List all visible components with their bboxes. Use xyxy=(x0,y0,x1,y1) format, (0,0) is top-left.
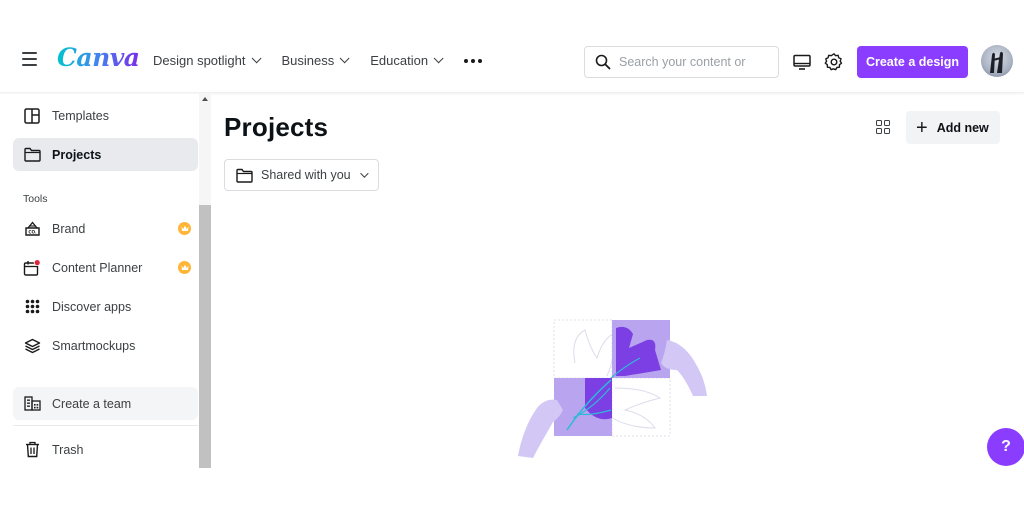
search-input[interactable] xyxy=(619,55,764,69)
sidebar-item-label: Content Planner xyxy=(52,260,143,275)
folder-icon xyxy=(23,146,41,164)
help-button[interactable]: ? xyxy=(987,428,1024,466)
sidebar-item-projects[interactable]: Projects xyxy=(13,138,198,171)
trash-icon xyxy=(23,441,41,459)
sidebar-item-label: Projects xyxy=(52,147,102,162)
folder-icon xyxy=(236,168,253,183)
sidebar-item-content-planner[interactable]: Content Planner xyxy=(13,251,198,284)
layers-icon xyxy=(23,337,41,355)
filter-label: Shared with you xyxy=(261,168,351,182)
plus-icon: + xyxy=(916,116,928,139)
premium-crown-icon xyxy=(178,222,191,235)
calendar-icon xyxy=(23,258,41,277)
scroll-up-arrow-icon[interactable] xyxy=(202,97,208,101)
sidebar-item-templates[interactable]: Templates xyxy=(13,99,198,132)
canva-logo[interactable]: Canva xyxy=(57,43,140,72)
scrollbar-thumb[interactable] xyxy=(199,205,211,468)
sidebar-item-create-team[interactable]: Create a team xyxy=(13,387,198,420)
nav-design-spotlight[interactable]: Design spotlight xyxy=(153,53,262,68)
top-navigation-bar: Canva Design spotlight Business Educatio… xyxy=(0,30,1024,93)
add-new-button[interactable]: + Add new xyxy=(906,111,1000,144)
sidebar-item-discover-apps[interactable]: Discover apps xyxy=(13,290,198,323)
svg-text:CO.: CO. xyxy=(28,229,37,234)
page-title: Projects xyxy=(224,112,329,142)
sidebar-item-label: Brand xyxy=(52,221,86,236)
sidebar-item-label: Create a team xyxy=(52,396,132,411)
menu-icon[interactable] xyxy=(22,52,37,66)
nav-label: Education xyxy=(370,53,429,68)
nav-business[interactable]: Business xyxy=(281,53,350,68)
settings-gear-icon[interactable] xyxy=(824,52,844,72)
sidebar-divider xyxy=(13,425,198,426)
avatar[interactable] xyxy=(981,45,1013,77)
chevron-down-icon xyxy=(251,53,262,64)
team-building-icon xyxy=(23,395,41,413)
chevron-down-icon xyxy=(359,169,369,178)
desktop-app-icon[interactable] xyxy=(792,52,812,72)
sidebar-item-trash[interactable]: Trash xyxy=(13,433,198,466)
sidebar-item-smartmockups[interactable]: Smartmockups xyxy=(13,329,198,362)
nav-education[interactable]: Education xyxy=(370,53,444,68)
sidebar-item-label: Discover apps xyxy=(52,299,132,314)
grid-view-icon[interactable] xyxy=(876,120,890,134)
puzzle-hands-illustration xyxy=(515,318,710,458)
sidebar-item-label: Trash xyxy=(52,442,84,457)
nav-label: Business xyxy=(281,53,335,68)
premium-crown-icon xyxy=(178,261,191,274)
create-a-design-button[interactable]: Create a design xyxy=(857,46,968,78)
search-icon xyxy=(595,54,611,70)
add-new-label: Add new xyxy=(936,120,989,135)
apps-grid-icon xyxy=(23,298,41,316)
chevron-down-icon xyxy=(339,53,350,64)
sidebar-item-label: Templates xyxy=(52,108,109,123)
shared-with-you-filter[interactable]: Shared with you xyxy=(224,159,379,191)
main-nav: Design spotlight Business Education xyxy=(153,53,483,68)
search-box[interactable] xyxy=(584,46,779,78)
sidebar-scrollbar[interactable] xyxy=(199,94,211,468)
avatar-image xyxy=(990,51,1003,73)
sidebar-item-brand[interactable]: CO. Brand xyxy=(13,212,198,245)
sidebar: Templates Projects Tools CO. Brand Conte… xyxy=(0,94,211,468)
templates-icon xyxy=(23,107,41,125)
more-horizontal-icon[interactable] xyxy=(464,58,483,63)
tools-heading: Tools xyxy=(23,193,48,205)
brand-kit-icon: CO. xyxy=(23,220,41,238)
nav-label: Design spotlight xyxy=(153,53,246,68)
chevron-down-icon xyxy=(433,53,444,64)
sidebar-item-label: Smartmockups xyxy=(52,338,136,353)
